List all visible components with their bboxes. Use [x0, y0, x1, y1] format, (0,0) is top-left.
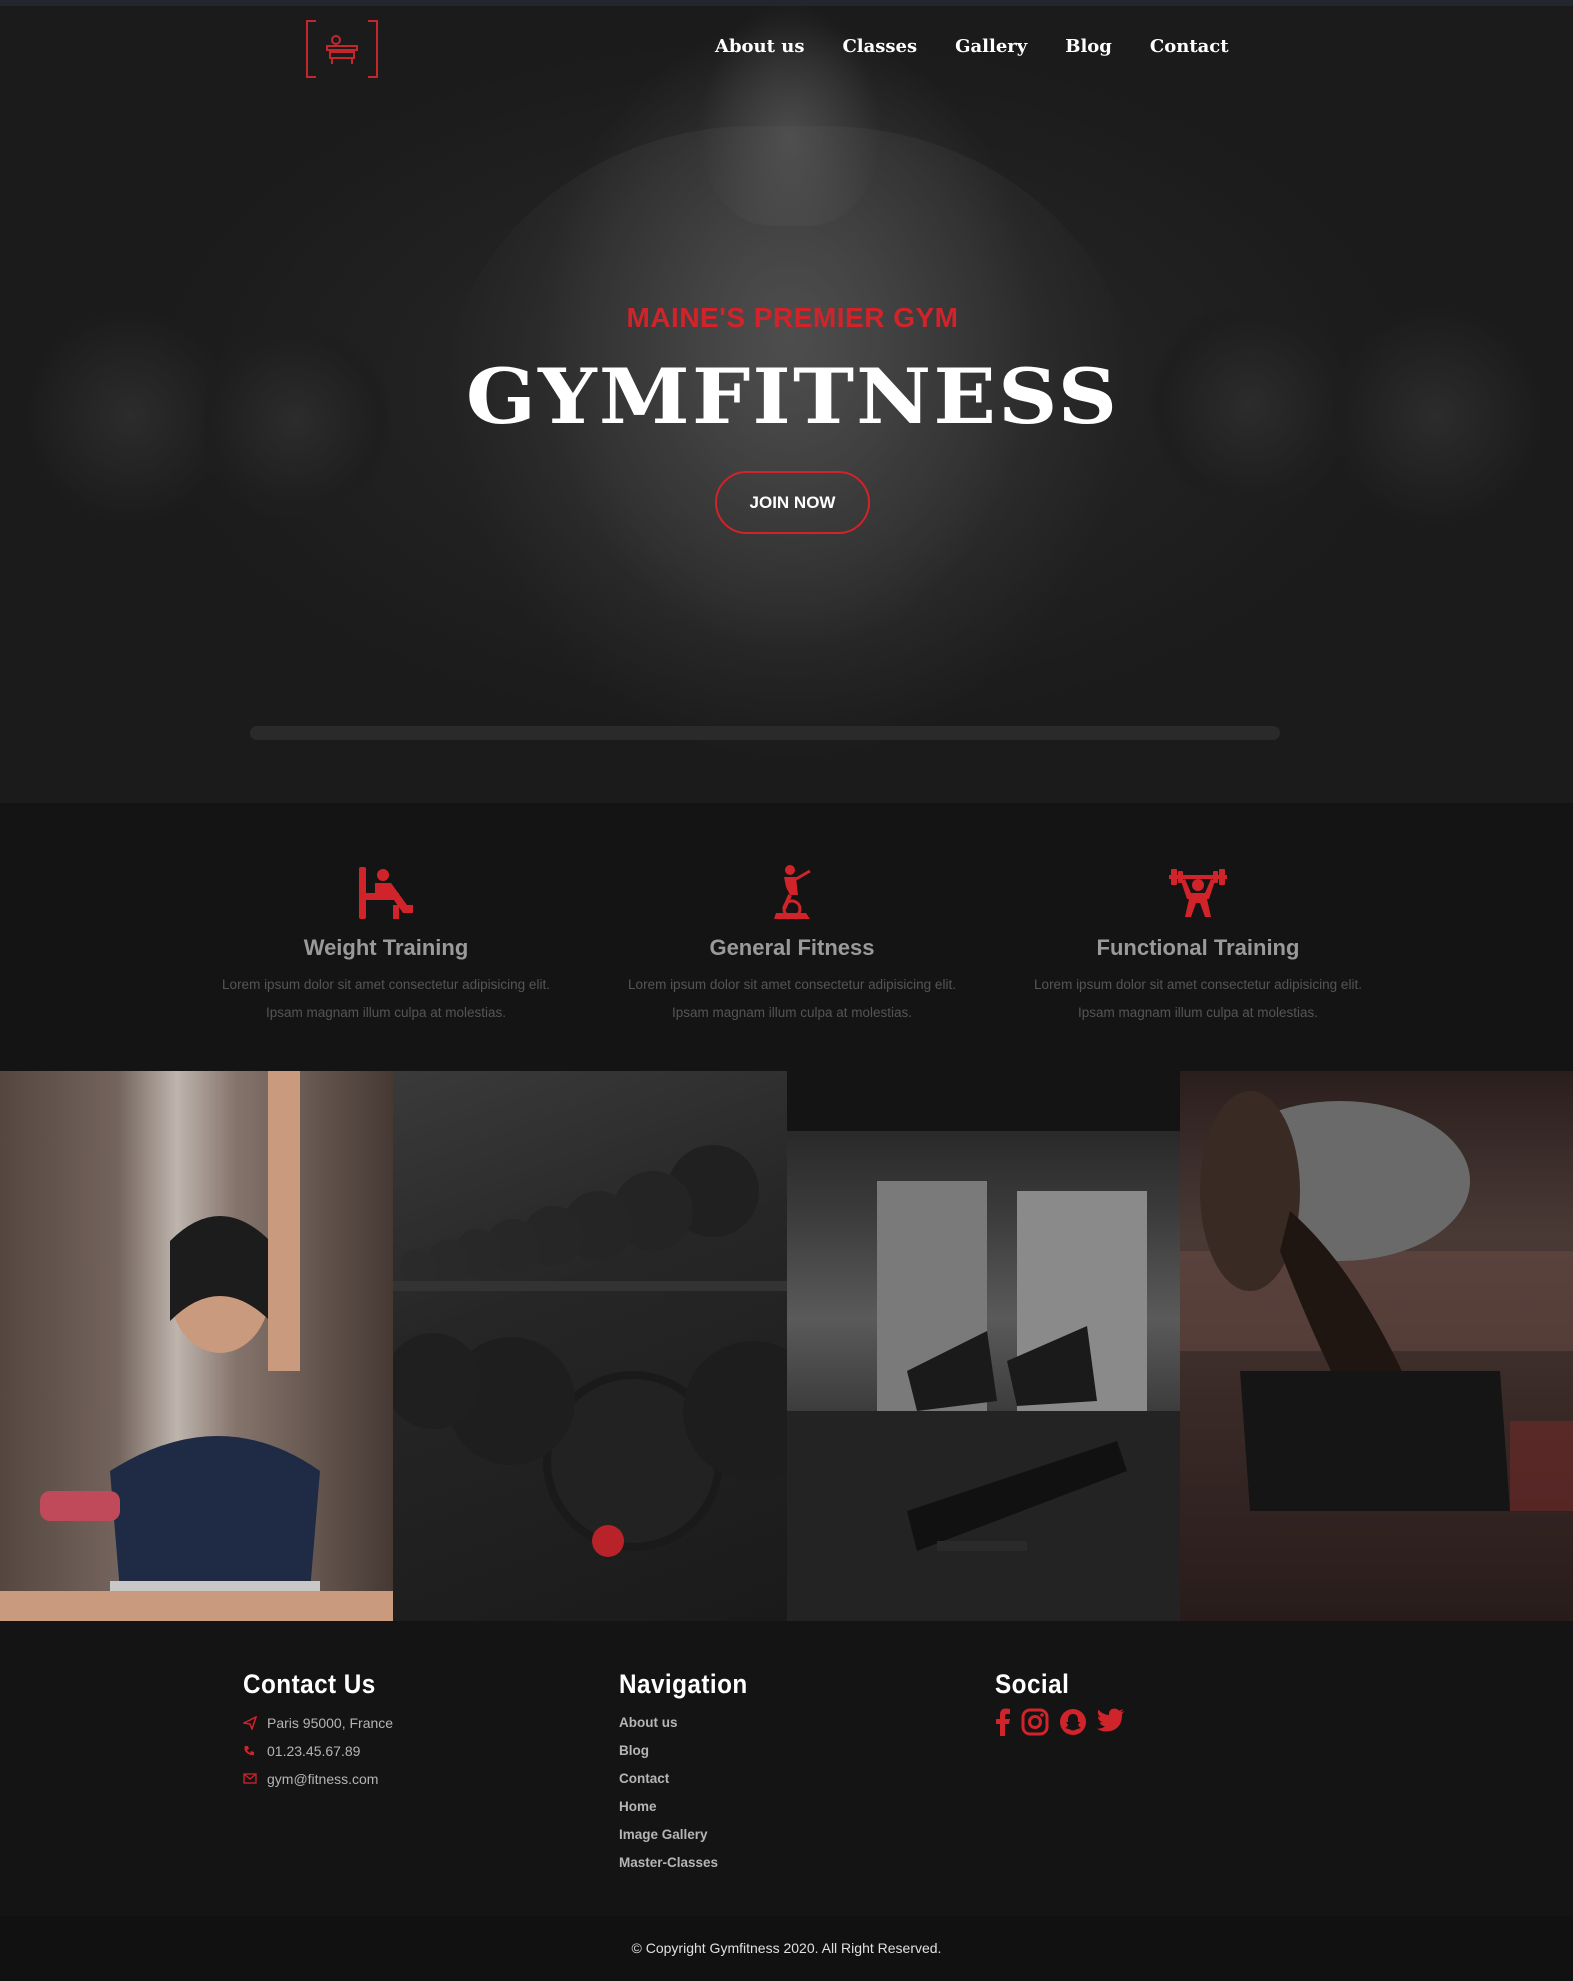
- bench-press-logo-icon: [324, 32, 360, 71]
- site-footer: Contact Us Paris 95000, France 01.23.45.…: [0, 1621, 1573, 1916]
- dumbbell-rack-illustration: [393, 1145, 787, 1557]
- nav-about-us[interactable]: About us: [715, 36, 804, 57]
- paper-plane-icon: [243, 1715, 267, 1730]
- footer-social: Social: [995, 1669, 1125, 1736]
- woman-dumbbell-illustration: [0, 1071, 394, 1621]
- features-section: Weight Training Lorem ipsum dolor sit am…: [0, 803, 1573, 1071]
- nav-contact[interactable]: Contact: [1150, 36, 1229, 57]
- hero-barbell: [250, 726, 1280, 740]
- footer-link-image-gallery[interactable]: Image Gallery: [619, 1826, 762, 1844]
- logo-bracket-right: [368, 20, 378, 78]
- join-now-button[interactable]: JOIN NOW: [715, 471, 870, 534]
- footer-contact-heading: Contact Us: [243, 1669, 376, 1699]
- social-icons: [995, 1708, 1125, 1736]
- woman-dumbbell-photo[interactable]: [0, 1071, 394, 1621]
- copyright-bar: © Copyright Gymfitness 2020. All Right R…: [0, 1916, 1573, 1981]
- feature-desc-line: Ipsam magnam illum culpa at molestias.: [265, 1005, 507, 1020]
- footer-link-contact[interactable]: Contact: [619, 1770, 762, 1788]
- feature-desc-line: Ipsam magnam illum culpa at molestias.: [671, 1005, 913, 1020]
- nav-gallery[interactable]: Gallery: [955, 36, 1027, 57]
- copyright-text: © Copyright Gymfitness 2020. All Right R…: [631, 1940, 942, 1956]
- elliptical-trainer-icon: [602, 861, 982, 921]
- feature-desc-line: Ipsam magnam illum culpa at molestias.: [1077, 1005, 1319, 1020]
- contact-email-text[interactable]: gym@fitness.com: [267, 1771, 378, 1787]
- contact-address-text: Paris 95000, France: [267, 1714, 394, 1731]
- snapchat-icon[interactable]: [1059, 1708, 1087, 1736]
- feature-description: Lorem ipsum dolor sit amet consectetur a…: [196, 971, 576, 1027]
- nav-classes[interactable]: Classes: [842, 36, 917, 57]
- footer-link-master-classes[interactable]: Master-Classes: [619, 1854, 762, 1872]
- instagram-icon[interactable]: [1021, 1708, 1049, 1736]
- feature-title: Weight Training: [303, 935, 469, 960]
- feature-desc-line: Lorem ipsum dolor sit amet consectetur a…: [222, 977, 550, 992]
- twitter-icon[interactable]: [1097, 1708, 1125, 1736]
- contact-phone-text[interactable]: 01.23.45.67.89: [267, 1743, 360, 1759]
- main-nav: About us Classes Gallery Blog Contact: [715, 36, 1229, 57]
- footer-navigation: Navigation About us Blog Contact Home Im…: [619, 1669, 762, 1872]
- phone-icon: [243, 1745, 267, 1757]
- footer-social-heading: Social: [995, 1669, 1070, 1699]
- footer-contact: Contact Us Paris 95000, France 01.23.45.…: [243, 1669, 393, 1787]
- feature-weight-training: Weight Training Lorem ipsum dolor sit am…: [196, 861, 576, 1027]
- image-gallery: [0, 1071, 1573, 1621]
- feature-desc-line: Lorem ipsum dolor sit amet consectetur a…: [628, 977, 956, 992]
- contact-phone: 01.23.45.67.89: [243, 1742, 393, 1759]
- feature-title: General Fitness: [709, 935, 875, 960]
- feature-description: Lorem ipsum dolor sit amet consectetur a…: [602, 971, 982, 1027]
- gym-interior-illustration: [786, 1071, 1180, 1621]
- feature-description: Lorem ipsum dolor sit amet consectetur a…: [1008, 971, 1388, 1027]
- footer-link-home[interactable]: Home: [619, 1798, 762, 1816]
- contact-address: Paris 95000, France: [243, 1714, 393, 1731]
- weightlifter-icon: [1008, 861, 1388, 921]
- feature-general-fitness: General Fitness Lorem ipsum dolor sit am…: [602, 861, 982, 1027]
- footer-navigation-heading: Navigation: [619, 1669, 748, 1699]
- athlete-stretching-photo[interactable]: [1179, 1071, 1573, 1621]
- contact-email: gym@fitness.com: [243, 1770, 393, 1787]
- dumbbell-rack-photo[interactable]: [393, 1071, 787, 1621]
- gym-interior-photo[interactable]: [786, 1071, 1180, 1621]
- athlete-stretching-illustration: [1179, 1091, 1573, 1511]
- hero-tagline: MAINE'S PREMIER GYM: [626, 302, 959, 333]
- weight-training-icon: [196, 861, 576, 921]
- footer-link-blog[interactable]: Blog: [619, 1742, 762, 1760]
- hero-title: GYMFITNESS: [465, 352, 1120, 441]
- footer-link-about-us[interactable]: About us: [619, 1714, 762, 1732]
- hero-section: About us Classes Gallery Blog Contact MA…: [0, 6, 1573, 803]
- feature-title: Functional Training: [1096, 935, 1300, 960]
- facebook-icon[interactable]: [995, 1708, 1011, 1736]
- feature-desc-line: Lorem ipsum dolor sit amet consectetur a…: [1034, 977, 1362, 992]
- site-logo[interactable]: [306, 20, 378, 78]
- nav-blog[interactable]: Blog: [1065, 36, 1112, 57]
- feature-functional-training: Functional Training Lorem ipsum dolor si…: [1008, 861, 1388, 1027]
- logo-bracket-left: [306, 20, 316, 78]
- envelope-icon: [243, 1773, 267, 1784]
